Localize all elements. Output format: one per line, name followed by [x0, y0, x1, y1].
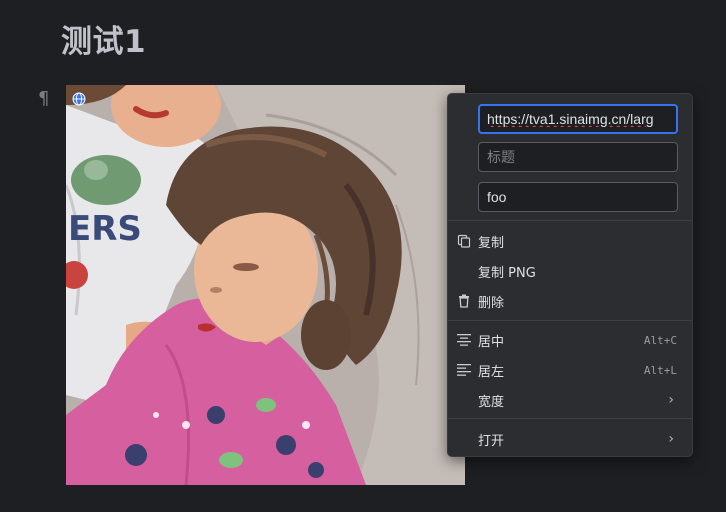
delete-label: 删除: [478, 295, 505, 311]
trash-icon: [448, 287, 478, 315]
delete-menu-item[interactable]: 删除: [448, 287, 692, 315]
chevron-right-icon: ›: [668, 431, 674, 447]
photo-illustration: ERS: [66, 85, 465, 485]
svg-text:ERS: ERS: [68, 209, 142, 249]
copy-icon: [448, 227, 478, 255]
image-context-menu: 复制 复制 PNG 删除: [447, 93, 693, 457]
document-title[interactable]: 测试1: [61, 16, 146, 61]
paragraph-marker[interactable]: ¶: [38, 88, 49, 109]
copy-png-menu-item[interactable]: 复制 PNG: [448, 257, 692, 285]
menu-divider: [448, 220, 692, 221]
align-left-label: 居左: [478, 364, 505, 380]
open-label: 打开: [478, 433, 505, 449]
align-left-icon: [448, 356, 478, 384]
align-center-icon: [448, 326, 478, 354]
menu-divider: [448, 320, 692, 321]
image-url-input[interactable]: [478, 104, 678, 134]
image-alt-input[interactable]: [478, 182, 678, 212]
embedded-image[interactable]: ERS: [66, 85, 465, 485]
open-menu-item[interactable]: 打开 ›: [448, 425, 692, 453]
copy-menu-item[interactable]: 复制: [448, 227, 692, 255]
align-center-label: 居中: [478, 334, 505, 350]
menu-divider: [448, 418, 692, 419]
copy-label: 复制: [478, 235, 505, 251]
globe-icon[interactable]: [72, 92, 86, 106]
width-menu-item[interactable]: 宽度 ›: [448, 386, 692, 414]
editor-page: 测试1 ¶ ERS https://tva1.sinaimg.cn/larg 标…: [0, 0, 726, 512]
image-title-input[interactable]: [478, 142, 678, 172]
align-center-shortcut: Alt+C: [643, 333, 677, 347]
copy-png-label: 复制 PNG: [478, 265, 536, 281]
chevron-right-icon: ›: [668, 392, 674, 408]
width-label: 宽度: [478, 394, 505, 410]
align-center-menu-item[interactable]: 居中 Alt+C: [448, 326, 692, 354]
align-left-shortcut: Alt+L: [643, 363, 677, 377]
align-left-menu-item[interactable]: 居左 Alt+L: [448, 356, 692, 384]
